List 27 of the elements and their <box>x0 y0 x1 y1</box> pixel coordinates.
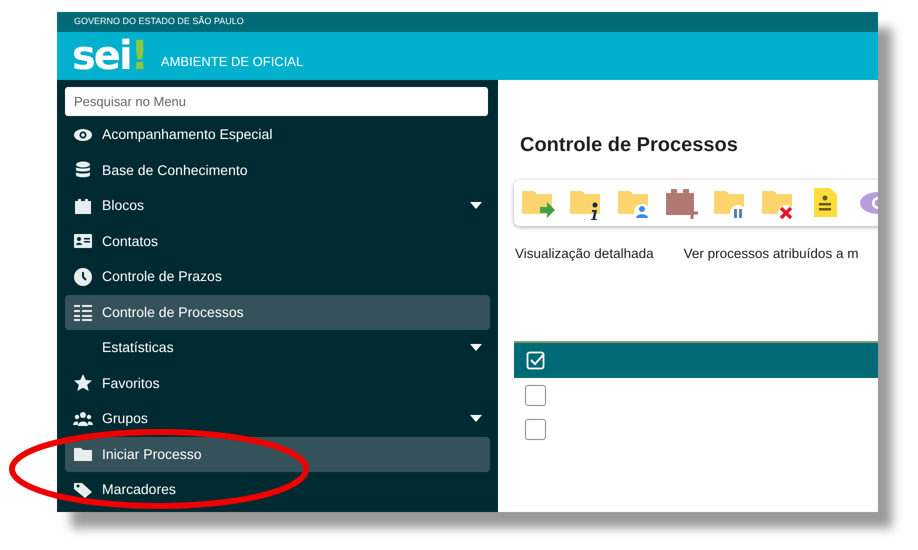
top-bar-text: GOVERNO DO ESTADO DE SÃO PAULO <box>74 15 244 28</box>
menu-item[interactable]: Base de Conhecimento <box>65 152 490 188</box>
logo: sei! <box>72 38 149 74</box>
page-title: Controle de Processos <box>520 133 739 158</box>
clock-icon <box>73 266 93 287</box>
caret-icon[interactable] <box>470 344 482 352</box>
menu-item[interactable]: Acompanhamento Especial <box>65 117 490 152</box>
menu-item[interactable]: Marcadores <box>65 472 490 508</box>
star-icon <box>73 373 93 394</box>
select-all-checkbox[interactable] <box>526 350 546 371</box>
row-checkbox[interactable] <box>525 384 546 406</box>
menu-item[interactable]: Iniciar Processo <box>65 436 490 472</box>
menu-item[interactable]: Favoritos <box>65 366 490 401</box>
environment-label: AMBIENTE DE OFICIAL <box>160 53 304 72</box>
menu-item[interactable]: Controle de Prazos <box>65 259 490 294</box>
row-checkbox[interactable] <box>525 418 546 440</box>
caret-icon[interactable] <box>470 202 482 210</box>
view-link[interactable]: Visualização detalhada <box>515 244 654 264</box>
view-link[interactable]: Ver processos atribuídos a m <box>684 244 858 264</box>
menu-item[interactable]: Grupos <box>65 401 490 436</box>
search-field[interactable]: Pesquisar no Menu <box>65 87 488 116</box>
caret-icon[interactable] <box>470 415 482 422</box>
menu-item[interactable]: Estatísticas <box>65 330 490 366</box>
menu-item[interactable]: Blocos <box>65 188 490 224</box>
menu-item[interactable]: Contatos <box>65 224 490 259</box>
menu-item[interactable]: Controle de Processos <box>65 294 490 330</box>
list-icon <box>73 302 93 322</box>
